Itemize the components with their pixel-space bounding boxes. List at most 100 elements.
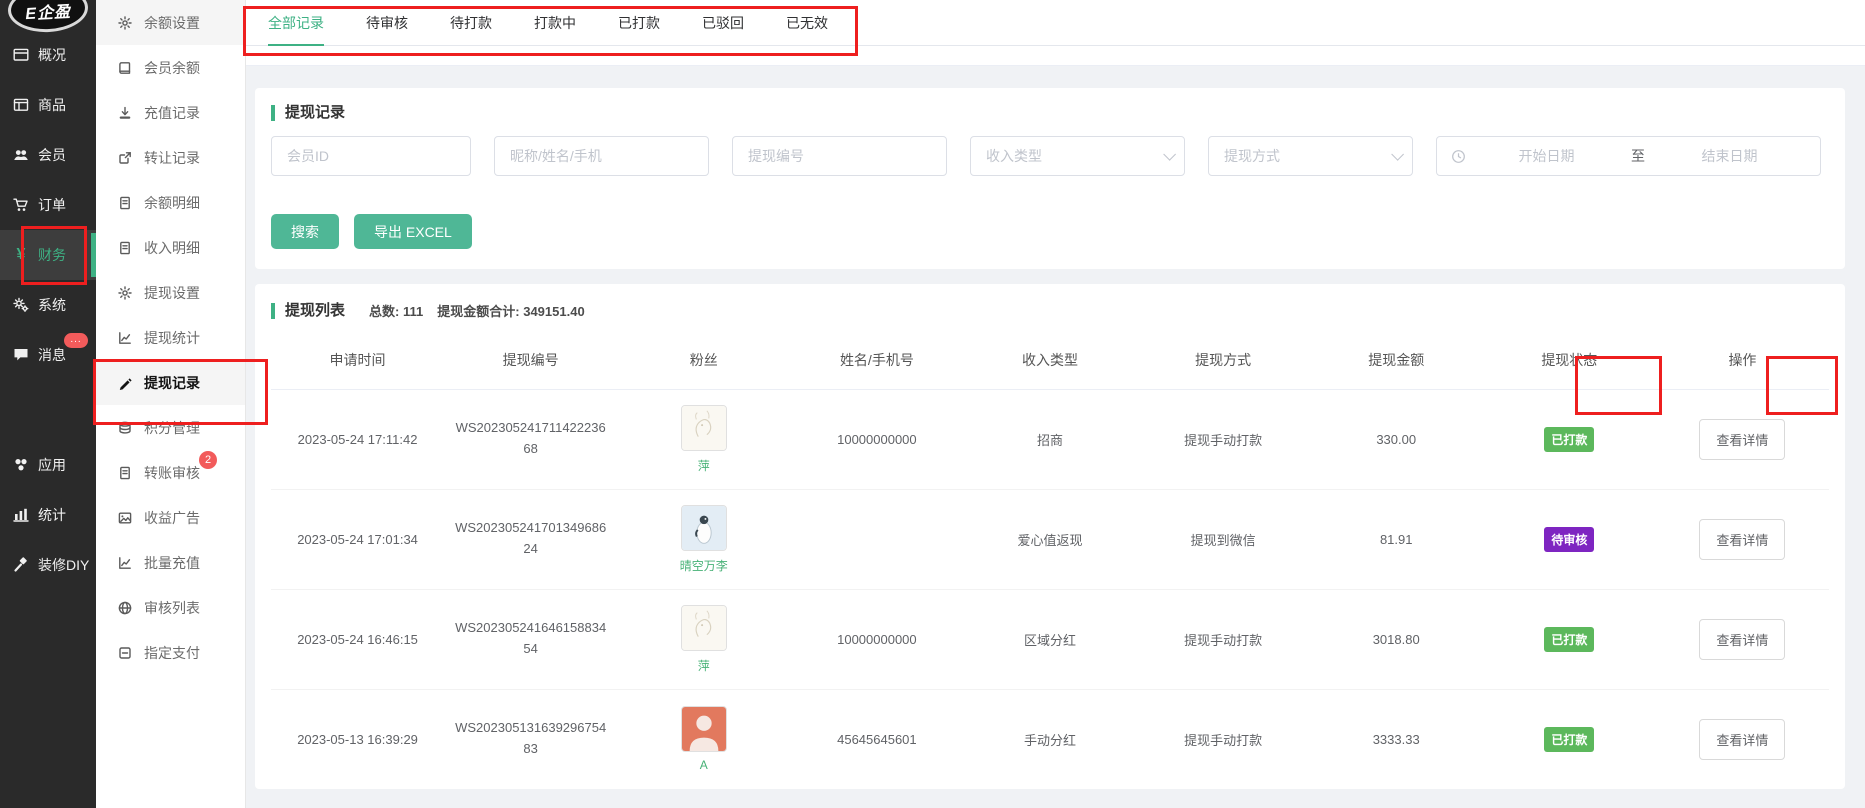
box-icon bbox=[12, 97, 30, 113]
sidebar-item-apps[interactable]: 应用 bbox=[0, 440, 96, 490]
member-id-input[interactable] bbox=[271, 136, 471, 176]
submenu-item-转让记录[interactable]: 转让记录 bbox=[96, 135, 245, 180]
submenu-item-充值记录[interactable]: 充值记录 bbox=[96, 90, 245, 135]
sidebar-item-label: 系统 bbox=[38, 295, 66, 315]
tab-已无效[interactable]: 已无效 bbox=[786, 0, 828, 46]
submenu-item-余额设置[interactable]: 余额设置 bbox=[96, 0, 245, 45]
cell-withdraw-no: WS20230524170134968624 bbox=[444, 489, 617, 589]
sidebar-item-label: 财务 bbox=[38, 245, 66, 265]
view-detail-button[interactable]: 查看详情 bbox=[1699, 619, 1785, 660]
gear-icon bbox=[116, 15, 134, 31]
tab-打款中[interactable]: 打款中 bbox=[534, 0, 576, 46]
submenu-item-label: 余额明细 bbox=[144, 193, 200, 213]
sidebar-item-products[interactable]: 商品 bbox=[0, 80, 96, 130]
view-detail-button[interactable]: 查看详情 bbox=[1699, 519, 1785, 560]
main-area: 全部记录待审核待打款打款中已打款已驳回已无效 提现记录 收入类型 提现方式 bbox=[246, 0, 1865, 808]
tab-已驳回[interactable]: 已驳回 bbox=[702, 0, 744, 46]
sidebar-item-stats[interactable]: 统计 bbox=[0, 490, 96, 540]
sidebar-item-messages[interactable]: 消息... bbox=[0, 330, 96, 380]
tab-待打款[interactable]: 待打款 bbox=[450, 0, 492, 46]
sidebar-item-members[interactable]: 会员 bbox=[0, 130, 96, 180]
sidebar-item-decorate-diy[interactable]: 装修DIY bbox=[0, 540, 96, 590]
cell-action: 查看详情 bbox=[1656, 389, 1829, 489]
app-logo: E企盈 bbox=[7, 0, 89, 34]
cell-apply-time: 2023-05-24 17:01:34 bbox=[271, 489, 444, 589]
cell-status: 待审核 bbox=[1483, 489, 1656, 589]
cell-withdraw-no: WS20230524171142223668 bbox=[444, 389, 617, 489]
cell-method: 提现手动打款 bbox=[1137, 689, 1310, 789]
sidebar-item-system[interactable]: 系统 bbox=[0, 280, 96, 330]
view-detail-button[interactable]: 查看详情 bbox=[1699, 419, 1785, 460]
submenu-item-label: 转让记录 bbox=[144, 148, 200, 168]
penguin-blue-avatar bbox=[681, 505, 727, 551]
list-section-title: 提现列表 bbox=[271, 303, 345, 319]
submenu-item-label: 余额设置 bbox=[144, 13, 200, 33]
end-date-placeholder: 结束日期 bbox=[1653, 146, 1806, 166]
sidebar-item-label: 商品 bbox=[38, 95, 66, 115]
comment-icon bbox=[12, 347, 30, 363]
cell-amount: 81.91 bbox=[1310, 489, 1483, 589]
cell-method: 提现到微信 bbox=[1137, 489, 1310, 589]
income-type-select[interactable]: 收入类型 bbox=[970, 136, 1185, 176]
chart-icon bbox=[12, 507, 30, 523]
fan-name: A bbox=[700, 758, 708, 772]
submenu-item-积分管理[interactable]: 积分管理 bbox=[96, 405, 245, 450]
sidebar-item-label: 会员 bbox=[38, 145, 66, 165]
fan-info: A bbox=[627, 706, 780, 772]
column-header-提现状态: 提现状态 bbox=[1483, 332, 1656, 389]
submenu-item-批量充值[interactable]: 批量充值 bbox=[96, 540, 245, 585]
pencil-icon bbox=[116, 375, 134, 391]
export-excel-button[interactable]: 导出 EXCEL bbox=[354, 214, 472, 249]
stack-icon bbox=[116, 420, 134, 436]
sidebar-item-label: 统计 bbox=[38, 505, 66, 525]
person-red-avatar bbox=[681, 706, 727, 752]
withdraw-filter-card: 提现记录 收入类型 提现方式 bbox=[255, 88, 1845, 269]
sidebar-item-label: 装修DIY bbox=[38, 555, 89, 575]
sidebar-item-overview[interactable]: 概况 bbox=[0, 30, 96, 80]
submenu-item-label: 积分管理 bbox=[144, 418, 200, 438]
minus-box-icon bbox=[116, 645, 134, 661]
submenu-item-label: 收入明细 bbox=[144, 238, 200, 258]
submenu-item-提现统计[interactable]: 提现统计 bbox=[96, 315, 245, 360]
tab-全部记录[interactable]: 全部记录 bbox=[268, 0, 324, 46]
tab-待审核[interactable]: 待审核 bbox=[366, 0, 408, 46]
submenu-item-收入明细[interactable]: 收入明细 bbox=[96, 225, 245, 270]
finance-submenu: 余额设置会员余额充值记录转让记录余额明细收入明细提现设置提现统计提现记录积分管理… bbox=[96, 0, 246, 808]
share-icon bbox=[116, 150, 134, 166]
sidebar-item-finance[interactable]: ¥财务 bbox=[0, 230, 96, 280]
cell-amount: 3333.33 bbox=[1310, 689, 1483, 789]
submenu-item-提现设置[interactable]: 提现设置 bbox=[96, 270, 245, 315]
cell-fan: 萍 bbox=[617, 389, 790, 489]
sidebar-item-label: 消息 bbox=[38, 345, 66, 365]
submenu-item-指定支付[interactable]: 指定支付 bbox=[96, 630, 245, 675]
fan-info: 萍 bbox=[627, 605, 780, 674]
cell-action: 查看详情 bbox=[1656, 589, 1829, 689]
column-header-提现编号: 提现编号 bbox=[444, 332, 617, 389]
date-range-picker[interactable]: 开始日期 至 结束日期 bbox=[1436, 136, 1821, 176]
cell-income-type: 手动分红 bbox=[963, 689, 1136, 789]
withdraw-list-card: 提现列表 总数: 111 提现金额合计: 349151.40 申请时间提现编号粉… bbox=[255, 284, 1845, 789]
nickname-input[interactable] bbox=[494, 136, 709, 176]
table-row: 2023-05-24 16:46:15WS2023052416461588345… bbox=[271, 589, 1829, 689]
view-detail-button[interactable]: 查看详情 bbox=[1699, 719, 1785, 760]
withdraw-no-input[interactable] bbox=[732, 136, 947, 176]
fan-name: 萍 bbox=[698, 457, 710, 474]
tab-已打款[interactable]: 已打款 bbox=[618, 0, 660, 46]
file-icon bbox=[116, 240, 134, 256]
submenu-item-转账审核[interactable]: 转账审核2 bbox=[96, 450, 245, 495]
dashboard-icon bbox=[12, 47, 30, 63]
withdraw-method-select[interactable]: 提现方式 bbox=[1208, 136, 1413, 176]
cell-fan: A bbox=[617, 689, 790, 789]
submenu-item-收益广告[interactable]: 收益广告 bbox=[96, 495, 245, 540]
clock-icon bbox=[1451, 149, 1466, 164]
submenu-item-会员余额[interactable]: 会员余额 bbox=[96, 45, 245, 90]
chart-line-icon bbox=[116, 330, 134, 346]
status-badge: 已打款 bbox=[1544, 627, 1594, 652]
submenu-item-提现记录[interactable]: 提现记录 bbox=[96, 360, 245, 405]
sidebar-item-orders[interactable]: 订单 bbox=[0, 180, 96, 230]
search-button[interactable]: 搜索 bbox=[271, 214, 339, 249]
cell-withdraw-no: WS20230513163929675483 bbox=[444, 689, 617, 789]
cell-phone: 45645645601 bbox=[790, 689, 963, 789]
submenu-item-审核列表[interactable]: 审核列表 bbox=[96, 585, 245, 630]
submenu-item-余额明细[interactable]: 余额明细 bbox=[96, 180, 245, 225]
